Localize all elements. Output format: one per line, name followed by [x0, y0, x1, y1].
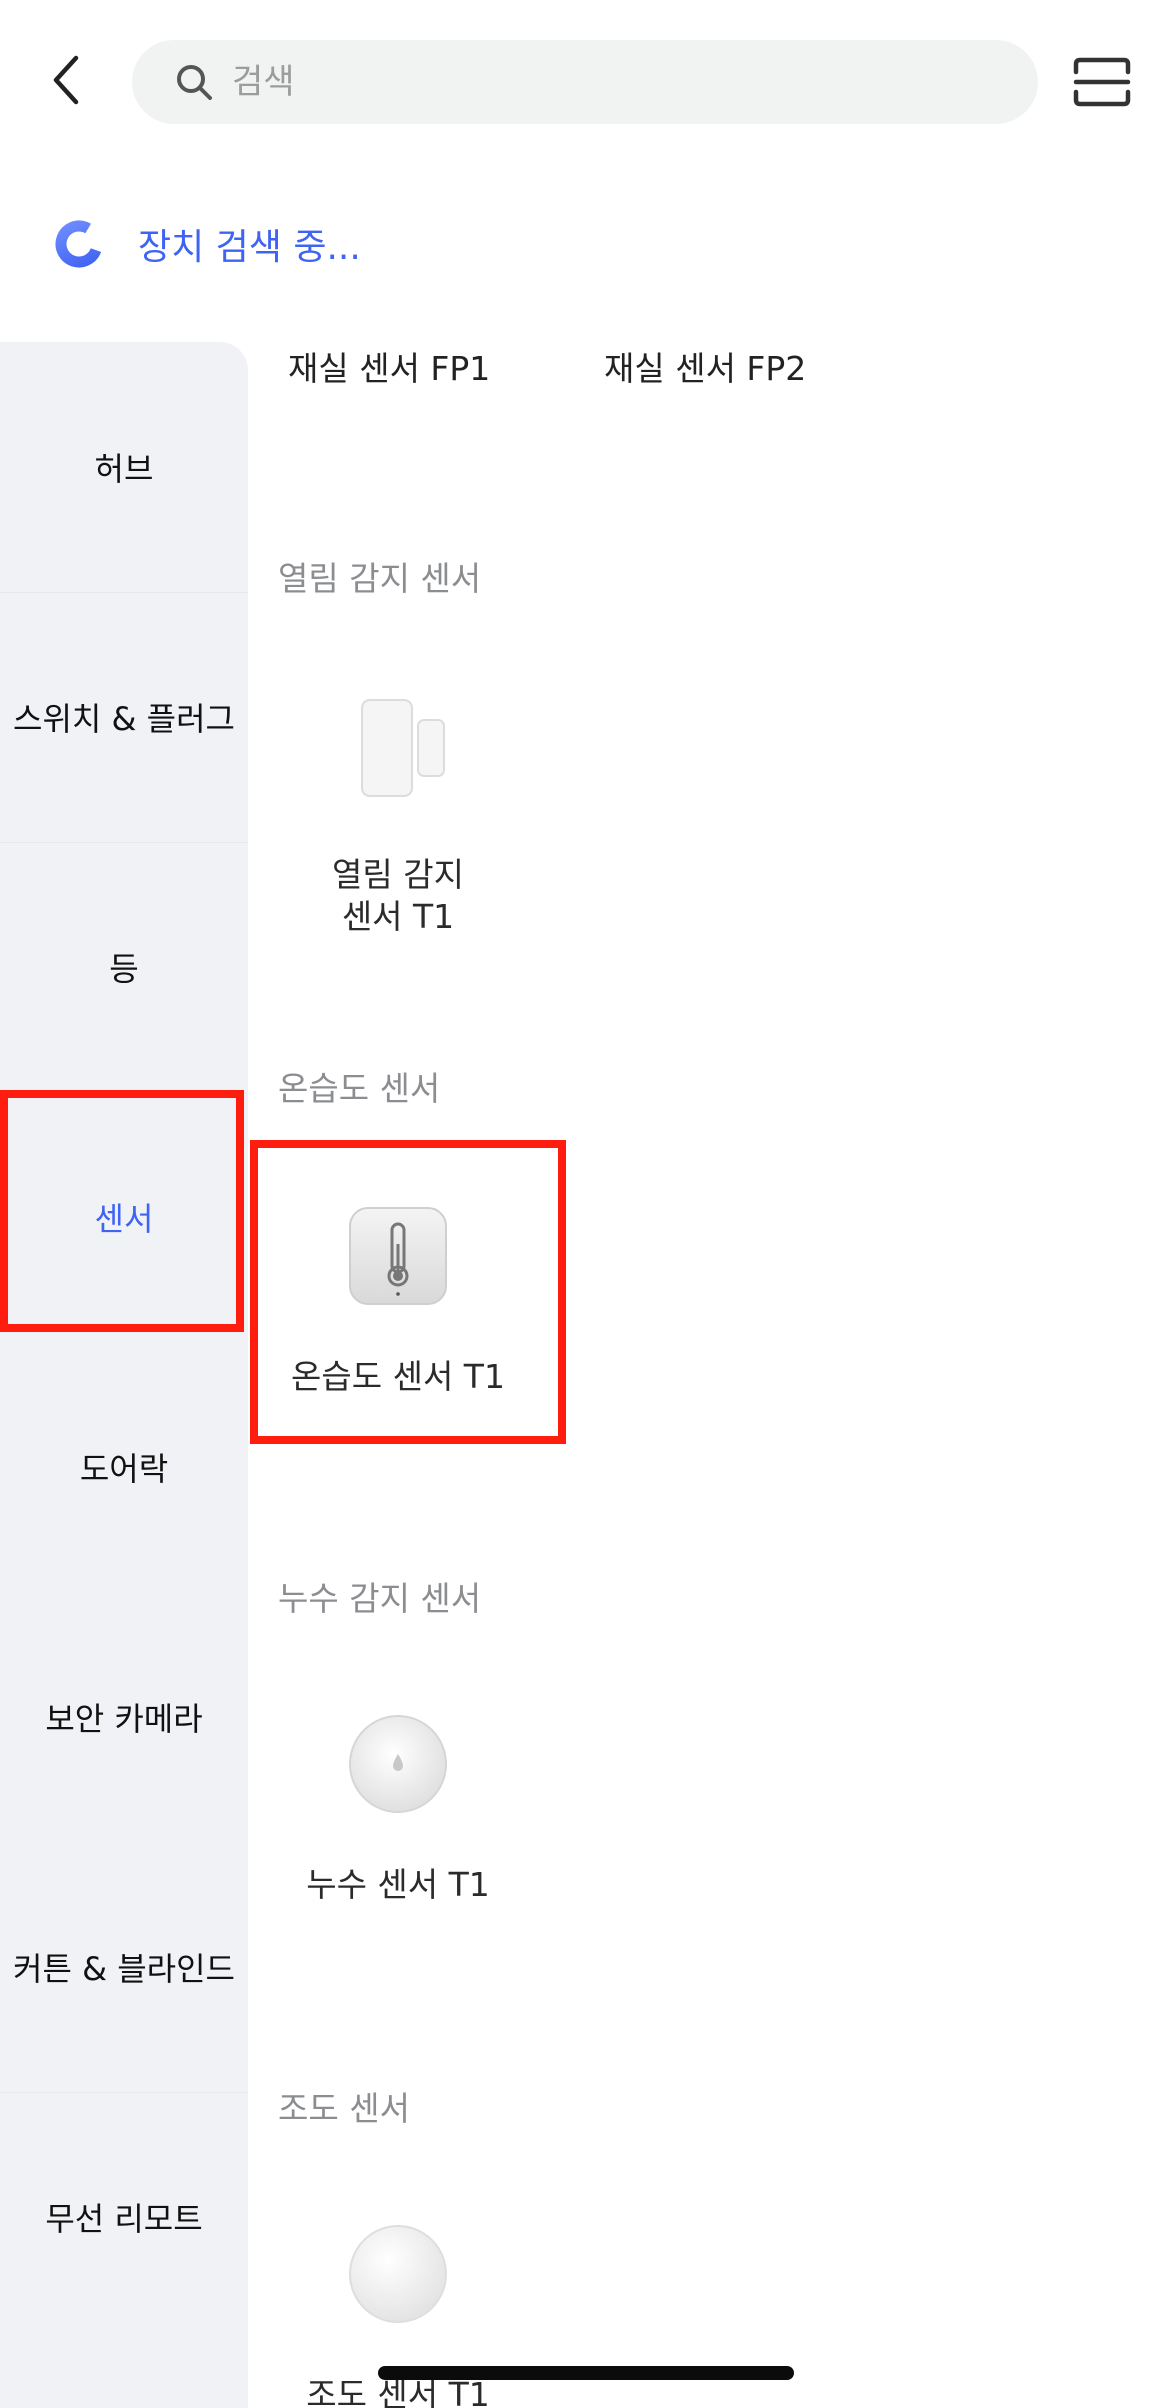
section-title: 조도 센서 — [278, 2089, 410, 2128]
light-sensor-icon — [349, 2225, 447, 2323]
device-item-fp1[interactable]: 재실 센서 FP1 — [288, 342, 490, 388]
sidebar-item-switch-plug[interactable]: 스위치 & 플러그 — [0, 592, 248, 842]
device-label: 열림 감지 센서 T1 — [332, 855, 464, 936]
sidebar-item-light[interactable]: 등 — [0, 842, 248, 1092]
device-card[interactable]: 열림 감지 센서 T1 — [248, 698, 548, 938]
sidebar-item-label: 도어락 — [79, 1450, 169, 1488]
device-add-page: 장치 검색 중... 허브 스위치 & 플러그 등 센서 도어락 보안 카메라 … — [0, 0, 1170, 2408]
sidebar-item-label: 등 — [109, 950, 139, 988]
search-input[interactable] — [232, 40, 1012, 124]
back-button[interactable] — [36, 50, 96, 110]
chevron-left-icon — [53, 55, 79, 105]
sidebar-item-security-camera[interactable]: 보안 카메라 — [0, 1592, 248, 1842]
device-label: 누수 센서 T1 — [306, 1865, 490, 1904]
section-title: 누수 감지 센서 — [278, 1579, 482, 1618]
sidebar-item-wireless-remote[interactable]: 무선 리모트 — [0, 2092, 248, 2342]
home-indicator — [378, 2366, 794, 2380]
sidebar-item-hub[interactable]: 허브 — [0, 342, 248, 592]
header — [0, 0, 1170, 160]
search-icon — [177, 65, 212, 100]
device-card[interactable]: 누수 센서 T1 — [248, 1712, 548, 1906]
sidebar-item-label: 보안 카메라 — [45, 1700, 203, 1738]
search-box[interactable] — [132, 40, 1038, 124]
section-title: 온습도 센서 — [278, 1069, 441, 1108]
sidebar-item-label: 커튼 & 블라인드 — [13, 1950, 235, 1988]
device-item-fp2[interactable]: 재실 센서 FP2 — [604, 342, 806, 388]
category-sidebar: 허브 스위치 & 플러그 등 센서 도어락 보안 카메라 커튼 & 블라인드 무… — [0, 342, 248, 2408]
scan-icon — [1073, 57, 1131, 107]
sidebar-item-label: 허브 — [94, 450, 154, 488]
highlight-box-sensor-category — [0, 1090, 244, 1332]
sidebar-item-door-lock[interactable]: 도어락 — [0, 1342, 248, 1592]
device-card[interactable]: 조도 센서 T1 — [248, 2222, 548, 2408]
highlight-box-temp-humidity-device — [250, 1140, 566, 1444]
loading-spinner-icon — [55, 220, 103, 268]
sidebar-item-label: 스위치 & 플러그 — [13, 700, 235, 738]
sidebar-item-label: 무선 리모트 — [45, 2200, 203, 2238]
status-text: 장치 검색 중... — [138, 227, 361, 268]
section-title: 열림 감지 센서 — [278, 559, 482, 598]
searching-status: 장치 검색 중... — [52, 212, 361, 276]
water-drop-icon — [349, 1715, 447, 1813]
sidebar-item-curtain-blind[interactable]: 커튼 & 블라인드 — [0, 1842, 248, 2092]
door-window-sensor-icon — [361, 699, 445, 797]
scan-button[interactable] — [1072, 56, 1132, 108]
